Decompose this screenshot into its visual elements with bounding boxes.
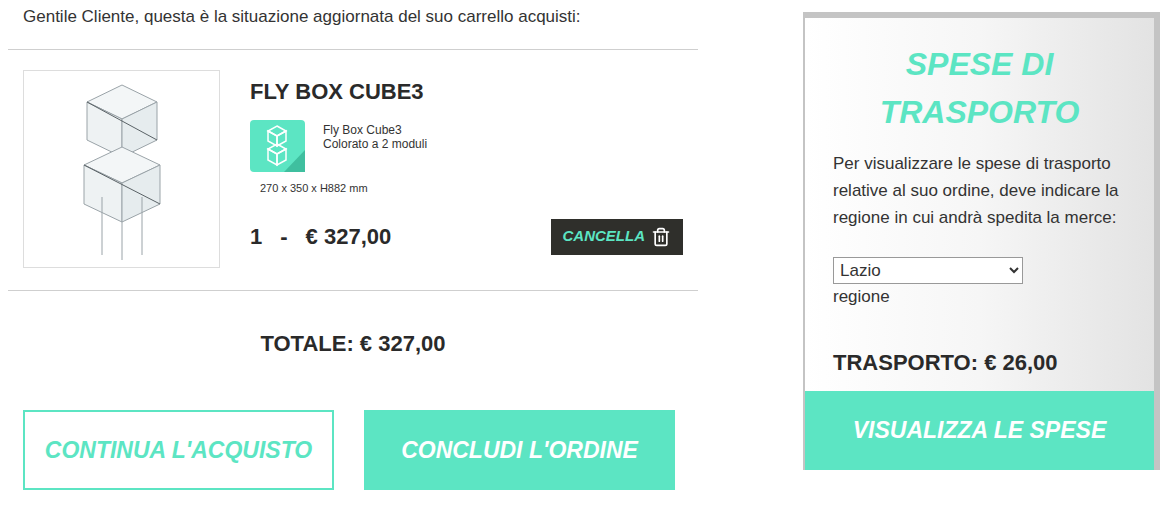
shipping-panel: SPESE DI TRASPORTO Per visualizzare le sp… bbox=[803, 12, 1160, 470]
continue-button[interactable]: CONTINUA L'ACQUISTO bbox=[23, 410, 334, 490]
cart-buttons: CONTINUA L'ACQUISTO CONCLUDI L'ORDINE bbox=[8, 410, 698, 490]
product-image-icon bbox=[62, 77, 182, 262]
cart-item: FLY BOX CUBE3 Fly Box Cube3Colorato a 2 m… bbox=[8, 49, 698, 291]
product-image bbox=[23, 70, 220, 268]
variant-text: Fly Box Cube3Colorato a 2 moduli bbox=[323, 120, 427, 172]
region-label: regione bbox=[833, 284, 1154, 310]
item-quantity: 1 bbox=[250, 220, 262, 253]
show-costs-button[interactable]: VISUALIZZA LE SPESE bbox=[805, 391, 1154, 470]
shipping-title: SPESE DI TRASPORTO bbox=[860, 18, 1100, 136]
item-details: FLY BOX CUBE3 Fly Box Cube3Colorato a 2 m… bbox=[250, 70, 698, 268]
item-separator: - bbox=[280, 220, 287, 253]
item-price-row: 1-€ 327,00 CANCELLA bbox=[250, 219, 683, 255]
item-variant: Fly Box Cube3Colorato a 2 moduli bbox=[250, 120, 683, 172]
variant-name: Fly Box Cube3 bbox=[323, 123, 427, 137]
cart-page: Gentile Cliente, questa è la situazione … bbox=[0, 0, 1172, 507]
checkout-button[interactable]: CONCLUDI L'ORDINE bbox=[364, 410, 675, 490]
variant-detail: Colorato a 2 moduli bbox=[323, 137, 427, 151]
item-title: FLY BOX CUBE3 bbox=[250, 78, 683, 106]
shipping-cost: TRASPORTO: € 26,00 bbox=[833, 346, 1154, 379]
variant-thumbnail-icon bbox=[250, 120, 305, 172]
intro-text: Gentile Cliente, questa è la situazione … bbox=[8, 0, 698, 49]
item-quantity-price: 1-€ 327,00 bbox=[250, 220, 391, 253]
delete-button[interactable]: CANCELLA bbox=[551, 219, 684, 255]
shipping-description: Per visualizzare le spese di trasporto r… bbox=[805, 150, 1154, 231]
region-select[interactable]: Lazio bbox=[833, 257, 1023, 284]
item-price: € 327,00 bbox=[306, 220, 392, 253]
cart-column: Gentile Cliente, questa è la situazione … bbox=[8, 0, 698, 507]
item-dimensions: 270 x 350 x H882 mm bbox=[260, 180, 683, 197]
trash-icon bbox=[651, 227, 671, 247]
cart-total: TOTALE: € 327,00 bbox=[8, 327, 698, 360]
